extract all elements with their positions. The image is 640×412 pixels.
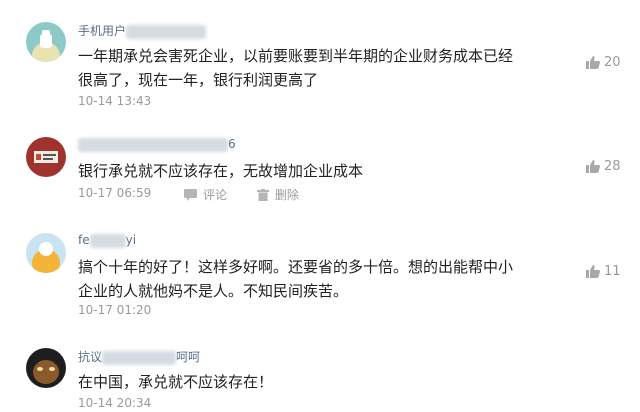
comment-icon [184,188,197,201]
timestamp: 10-14 13:43 [78,94,152,108]
username[interactable]: 手机用户 [78,22,207,39]
timestamp: 10-17 01:20 [78,303,152,317]
reply-button[interactable]: 评论 [184,186,227,203]
comment-actions: 评论 删除 [184,186,325,204]
like-button[interactable]: 28 [586,159,621,174]
username[interactable]: 6 [78,137,236,152]
avatar[interactable] [26,137,66,177]
timestamp: 10-14 20:34 [78,396,152,410]
like-count: 28 [604,159,621,174]
username[interactable]: 抗议 呵呵 [78,348,200,365]
username[interactable]: fe yi [78,233,136,248]
comment-text: 银行承兑就不应该存在，无故增加企业成本 [78,162,364,180]
trash-icon [256,188,269,201]
like-button[interactable]: 20 [586,55,621,70]
avatar[interactable] [26,233,66,273]
thumbs-up-icon [586,56,600,69]
like-button[interactable]: 11 [586,264,621,279]
timestamp: 10-17 06:59 [78,186,152,200]
delete-button[interactable]: 删除 [256,186,299,203]
thumbs-up-icon [586,160,600,173]
avatar[interactable] [26,348,66,388]
like-count: 20 [604,55,621,70]
comment-text: 搞个十年的好了！这样多好啊。还要省的多十倍。想的出能帮中小 企业的人就他妈不是人… [78,258,514,300]
like-count: 11 [604,264,621,279]
comment-text: 在中国，承兑就不应该存在！ [78,373,274,391]
avatar[interactable] [26,22,66,62]
thumbs-up-icon [586,265,600,278]
comment-text: 一年期承兑会害死企业，以前要账要到半年期的企业财务成本已经 很高了，现在一年，银… [78,47,514,89]
